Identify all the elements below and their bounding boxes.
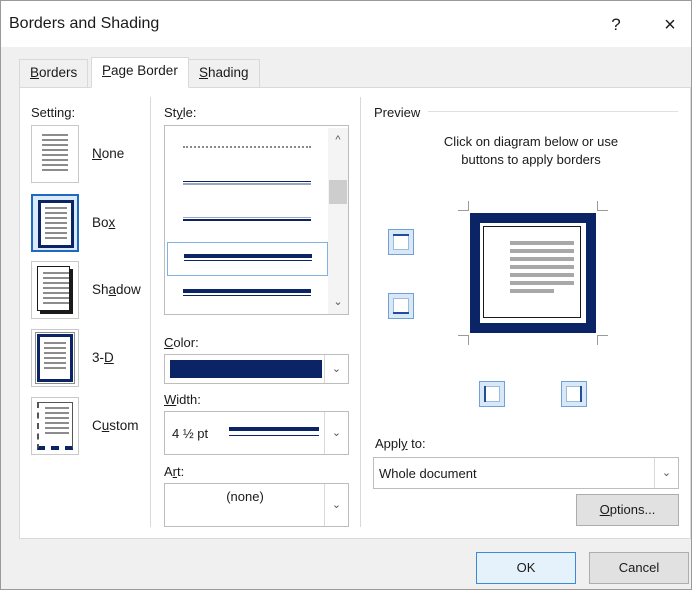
options-label: ptions... — [609, 502, 656, 517]
setting-none-label: None — [92, 146, 125, 161]
corner-mark — [458, 335, 468, 336]
scroll-down-icon[interactable]: ⌄ — [328, 292, 348, 312]
left-border-button[interactable] — [479, 381, 505, 407]
corner-mark — [598, 210, 608, 211]
preview-hint-line2: buttons to apply borders — [461, 152, 601, 167]
apply-to-dropdown[interactable]: Whole document ⌄ — [373, 457, 679, 489]
setting-custom[interactable]: Custom — [31, 397, 161, 457]
right-border-button[interactable] — [561, 381, 587, 407]
scroll-up-icon[interactable]: ^ — [328, 130, 348, 150]
tab-borders-key: B — [30, 65, 40, 80]
style-option-double[interactable] — [167, 204, 328, 238]
style-option-thin-double[interactable] — [167, 168, 328, 202]
chevron-down-icon[interactable]: ⌄ — [654, 458, 678, 488]
style-listbox[interactable]: ^ ⌄ — [164, 125, 349, 315]
help-button[interactable]: ? — [599, 9, 633, 41]
close-button[interactable]: × — [653, 9, 687, 41]
style-option-thick-thin-2[interactable] — [167, 278, 328, 312]
shadow-page-icon — [31, 261, 79, 319]
preview-hint-line1: Click on diagram below or use — [443, 134, 619, 149]
borders-and-shading-dialog: Borders and Shading ? × Borders Page Bor… — [0, 0, 692, 590]
color-dropdown[interactable]: ⌄ — [164, 354, 349, 384]
box-page-icon — [31, 194, 79, 252]
tab-page-border-key: P — [102, 63, 112, 78]
setting-none[interactable]: None — [31, 125, 161, 185]
tab-page-border[interactable]: Page Border — [91, 57, 189, 88]
options-key: O — [599, 502, 610, 517]
preview-divider — [428, 111, 678, 112]
width-sample-line — [229, 427, 319, 436]
style-option-thick-thin[interactable] — [167, 242, 328, 276]
tab-shading-label: hading — [208, 65, 249, 80]
style-label: Style: — [164, 105, 197, 120]
preview-label: Preview — [374, 105, 421, 120]
setting-box-label: Box — [92, 215, 116, 230]
dialog-title: Borders and Shading — [9, 15, 160, 32]
tab-page-border-label: age Border — [111, 63, 178, 78]
bottom-border-button[interactable] — [388, 293, 414, 319]
setting-3d-label: 3-D — [92, 350, 114, 365]
top-border-button[interactable] — [388, 229, 414, 255]
ok-button[interactable]: OK — [476, 552, 576, 584]
3d-page-icon — [31, 329, 79, 387]
tab-shading[interactable]: Shading — [188, 59, 260, 87]
setting-label: Setting: — [31, 105, 76, 120]
art-label: Art: — [164, 464, 185, 479]
art-value: (none) — [226, 489, 264, 504]
setting-shadow[interactable]: Shadow — [31, 261, 161, 321]
setting-shadow-label: Shadow — [92, 282, 141, 297]
left-border-icon — [484, 386, 500, 402]
tab-shading-key: S — [199, 65, 209, 80]
corner-mark — [468, 201, 469, 211]
top-border-icon — [393, 234, 409, 250]
cancel-button[interactable]: Cancel — [589, 552, 689, 584]
style-scrollbar[interactable]: ^ ⌄ — [328, 128, 348, 314]
setting-box[interactable]: Box — [31, 194, 161, 254]
setting-3d[interactable]: 3-D — [31, 329, 161, 389]
color-label: Color: — [164, 335, 199, 350]
title-bar: Borders and Shading ? × — [1, 1, 691, 47]
tab-borders-label: orders — [39, 65, 78, 80]
chevron-down-icon[interactable]: ⌄ — [324, 412, 348, 454]
none-page-icon — [31, 125, 79, 183]
setting-custom-label: Custom — [92, 418, 139, 433]
options-button[interactable]: Options... — [576, 494, 679, 526]
width-value: 4 ½ pt — [172, 426, 209, 441]
corner-mark — [597, 201, 598, 211]
chevron-down-icon[interactable]: ⌄ — [324, 355, 348, 383]
tab-borders[interactable]: Borders — [19, 59, 89, 87]
width-label: Width: — [164, 392, 201, 407]
corner-mark — [597, 335, 598, 345]
corner-mark — [598, 335, 608, 336]
style-option-dotted[interactable] — [167, 132, 328, 166]
scroll-thumb[interactable] — [329, 180, 347, 204]
custom-page-icon — [31, 397, 79, 455]
divider — [360, 97, 361, 527]
tab-strip: Borders Page Border Shading — [1, 47, 691, 88]
preview-hint: Click on diagram below or use buttons to… — [421, 133, 641, 169]
corner-mark — [458, 210, 468, 211]
border-preview-diagram[interactable] — [470, 213, 596, 333]
corner-mark — [468, 335, 469, 345]
width-dropdown[interactable]: 4 ½ pt ⌄ — [164, 411, 349, 455]
color-swatch — [170, 360, 322, 378]
chevron-down-icon[interactable]: ⌄ — [324, 484, 348, 526]
apply-to-label: Apply to: — [375, 436, 426, 451]
art-dropdown[interactable]: (none) ⌄ — [164, 483, 349, 527]
apply-to-value: Whole document — [379, 466, 477, 481]
